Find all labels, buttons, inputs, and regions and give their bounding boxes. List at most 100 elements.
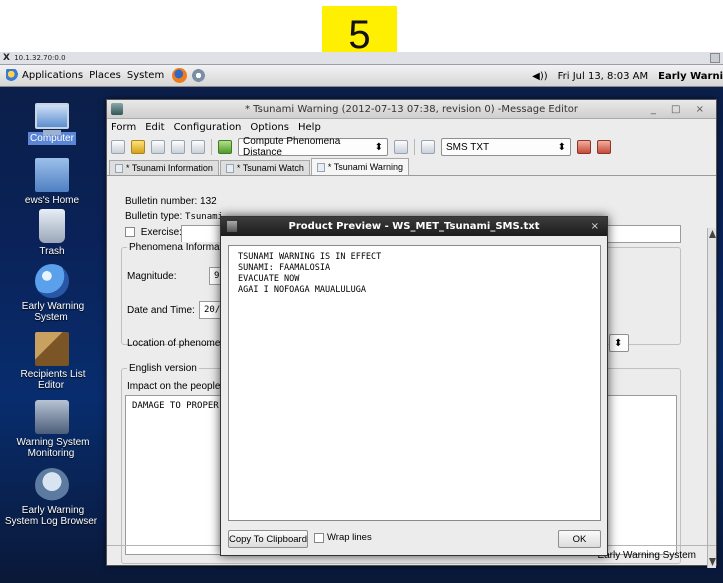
phenomena-group-title: Phenomena Informatic: [127, 242, 232, 253]
system-label: System: [126, 70, 165, 81]
editor-scrollbar[interactable]: [707, 228, 716, 568]
preview-app-icon: [227, 221, 237, 232]
tab-tsunami-warning[interactable]: * Tsunami Warning: [310, 158, 409, 175]
close-icon[interactable]: ×: [591, 217, 599, 236]
format-combo[interactable]: SMS TXT ⬍: [441, 138, 571, 156]
document-icon: [225, 163, 234, 173]
send-all-icon[interactable]: [597, 140, 611, 154]
bulletin-type: Bulletin type: Tsunami: [125, 211, 223, 222]
editor-title: * Tsunami Warning (2012-07-13 07:38, rev…: [244, 104, 579, 115]
tab-tsunami-information[interactable]: * Tsunami Information: [109, 160, 219, 175]
x-window-title: 10.1.32.70:0.0: [14, 54, 66, 62]
format-value: SMS TXT: [446, 141, 490, 153]
tab-label: * Tsunami Information: [126, 163, 213, 173]
open-folder-icon[interactable]: [131, 140, 145, 154]
send-icon[interactable]: [577, 140, 591, 154]
desktop-icon-label: Recipients List Editor: [20, 369, 86, 391]
location-combo[interactable]: ⬍: [609, 334, 629, 352]
exercise-checkbox[interactable]: [125, 227, 135, 238]
desktop-icon-recipients[interactable]: Recipients List Editor: [0, 332, 104, 391]
menu-configuration[interactable]: Configuration: [174, 122, 242, 133]
copy-document-icon[interactable]: [151, 140, 165, 154]
bulletin-type-value: Tsunami: [185, 212, 223, 222]
menu-options[interactable]: Options: [250, 122, 289, 133]
places-menu[interactable]: Places: [89, 70, 121, 81]
save-as-icon[interactable]: [191, 140, 205, 154]
settings-launcher-icon[interactable]: [191, 68, 207, 83]
scroll-up-icon[interactable]: [709, 230, 716, 238]
editor-toolbar: Compute Phenomena Distance ⬍ SMS TXT ⬍: [107, 135, 716, 159]
desktop-icon-trash[interactable]: Trash: [0, 209, 104, 257]
preview-icon[interactable]: [421, 140, 435, 154]
tab-label: * Tsunami Watch: [236, 163, 304, 173]
desktop-icon-computer[interactable]: Computer: [0, 103, 104, 145]
english-version-title: English version: [127, 363, 199, 374]
product-preview-dialog: Product Preview - WS_MET_Tsunami_SMS.txt…: [220, 216, 608, 556]
editor-menubar: Form Edit Configuration Options Help: [107, 119, 716, 135]
impact-label: Impact on the people:: [127, 381, 224, 392]
date-time-label: Date and Time:: [127, 305, 195, 316]
phenomena-distance-combo[interactable]: Compute Phenomena Distance ⬍: [238, 136, 388, 158]
desktop-icon-label: Trash: [39, 246, 65, 257]
toolbar-separator: [414, 139, 415, 155]
applications-icon: [6, 69, 19, 82]
x-window-control[interactable]: [710, 53, 720, 63]
combo-arrows-icon: ⬍: [374, 141, 383, 153]
preview-titlebar[interactable]: Product Preview - WS_MET_Tsunami_SMS.txt…: [221, 217, 607, 236]
tab-tsunami-watch[interactable]: * Tsunami Watch: [219, 160, 310, 175]
desktop-icon-label: Warning System Monitoring: [16, 437, 90, 459]
exercise-row: Exercise:: [125, 227, 182, 238]
user-app-label[interactable]: Early Warni: [658, 71, 723, 82]
desktop-icon-early-warning[interactable]: Early Warning System: [0, 264, 104, 323]
combo-arrows-icon: ⬍: [557, 141, 566, 153]
volume-icon[interactable]: ◀)): [532, 71, 548, 82]
new-document-icon[interactable]: [111, 140, 125, 154]
list-icon[interactable]: [394, 140, 408, 154]
ok-button[interactable]: OK: [558, 530, 601, 548]
top-panel: Applications Places System ◀)) Fri Jul 1…: [0, 65, 723, 87]
document-icon: [316, 162, 325, 172]
editor-titlebar[interactable]: * Tsunami Warning (2012-07-13 07:38, rev…: [107, 100, 716, 119]
log-browser-icon: [35, 468, 69, 502]
toolbar-separator: [211, 139, 212, 155]
wrap-lines-checkbox[interactable]: [314, 532, 324, 543]
status-text: Early Warning System: [597, 550, 696, 561]
desktop-icon-monitoring[interactable]: Warning System Monitoring: [0, 400, 104, 459]
desktop-icon-home[interactable]: ews's Home: [0, 158, 104, 206]
menu-edit[interactable]: Edit: [145, 122, 164, 133]
x-window-titlebar: X 10.1.32.70:0.0: [0, 52, 723, 65]
x-logo-icon: X: [3, 53, 10, 63]
globe-icon: [35, 264, 69, 298]
applications-label: Applications: [22, 70, 84, 81]
editor-window-controls[interactable]: _ □ ×: [651, 100, 710, 119]
preview-title: Product Preview - WS_MET_Tsunami_SMS.txt: [288, 221, 540, 232]
combo-arrows-icon: ⬍: [614, 337, 623, 349]
places-label: Places: [89, 70, 121, 81]
applications-menu[interactable]: Applications: [6, 69, 83, 82]
home-folder-icon: [35, 158, 69, 192]
compute-icon[interactable]: [218, 140, 232, 154]
save-icon[interactable]: [171, 140, 185, 154]
desktop-icon-log-browser[interactable]: Early Warning System Log Browser: [0, 468, 104, 527]
desktop-icon-label: Early Warning System: [21, 301, 85, 323]
menu-help[interactable]: Help: [298, 122, 321, 133]
menu-form[interactable]: Form: [111, 122, 136, 133]
clock[interactable]: Fri Jul 13, 8:03 AM: [558, 71, 649, 82]
bulletin-type-label: Bulletin type:: [125, 211, 183, 222]
system-menu[interactable]: System: [127, 70, 164, 81]
location-label: Location of phenomena: [127, 338, 232, 349]
computer-icon: [35, 103, 69, 135]
wrap-lines-label: Wrap lines: [327, 532, 372, 543]
preview-text-area[interactable]: TSUNAMI WARNING IS IN EFFECT SUNAMI: FAA…: [228, 245, 601, 521]
exercise-label: Exercise:: [140, 227, 182, 238]
tab-label: * Tsunami Warning: [327, 162, 403, 172]
desktop-icon-label: ews's Home: [24, 195, 80, 206]
edit-icon: [35, 332, 69, 366]
monitoring-icon: [35, 400, 69, 434]
firefox-launcher-icon[interactable]: [172, 68, 188, 83]
phenomena-distance-value: Compute Phenomena Distance: [243, 136, 341, 158]
preview-footer: Copy To Clipboard Wrap lines OK: [228, 529, 601, 549]
document-icon: [115, 163, 123, 173]
wrap-lines-option[interactable]: Wrap lines: [314, 532, 372, 543]
copy-to-clipboard-button[interactable]: Copy To Clipboard: [228, 530, 308, 548]
